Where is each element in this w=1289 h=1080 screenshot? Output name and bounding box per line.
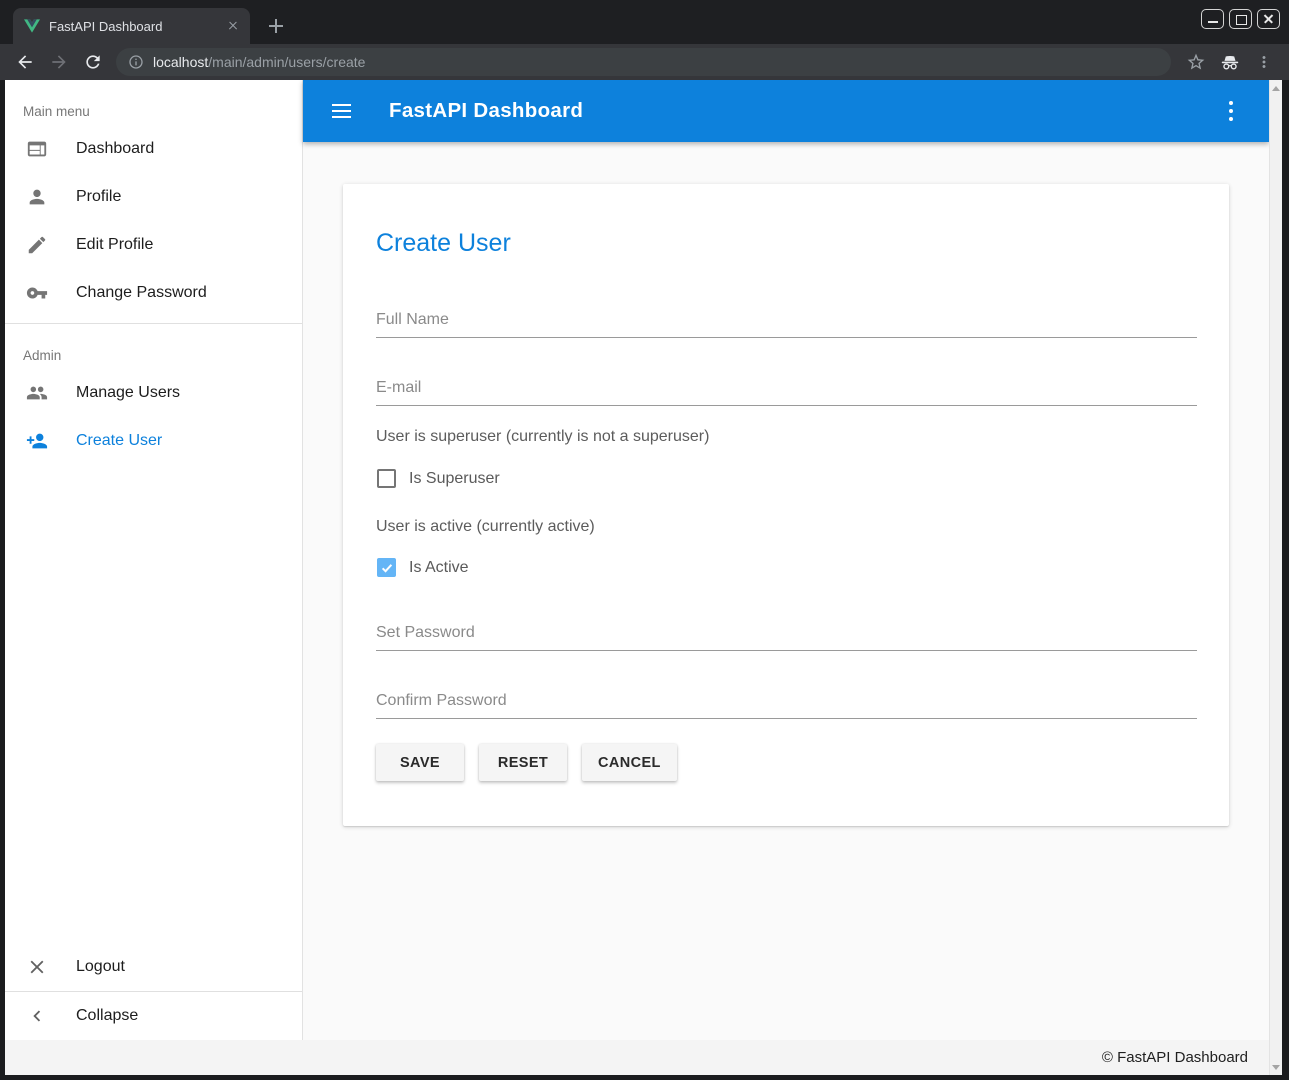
sidebar-item-manage-users[interactable]: Manage Users [5,369,302,417]
sidebar-item-change-password[interactable]: Change Password [5,269,302,317]
forward-arrow-icon [49,52,69,72]
save-button[interactable]: SAVE [376,744,464,781]
sidebar-item-label: Profile [76,188,121,206]
scroll-up-arrow-icon[interactable] [1270,82,1282,94]
chevron-left-icon [25,1004,49,1028]
sidebar-section-admin: Admin [23,348,302,363]
incognito-icon [1219,51,1241,73]
forward-button[interactable] [45,48,73,76]
confirm-password-field[interactable] [376,689,1197,719]
email-field[interactable] [376,376,1197,406]
maximize-button[interactable] [1229,9,1252,29]
site-info-icon[interactable] [128,54,144,70]
person-icon [25,185,49,209]
form-actions: SAVE RESET CANCEL [376,744,1197,781]
sidebar-item-label: Dashboard [76,140,154,158]
back-button[interactable] [11,48,39,76]
sidebar-item-label: Edit Profile [76,236,153,254]
reset-button[interactable]: RESET [479,744,567,781]
sidebar-bottom: Logout Collapse [5,943,302,1040]
sidebar-item-label: Create User [76,432,162,450]
scroll-down-arrow-icon[interactable] [1270,1061,1282,1073]
url-text: localhost/main/admin/users/create [153,54,365,70]
sidebar-divider [5,323,302,324]
reload-icon [83,52,103,72]
sidebar-item-profile[interactable]: Profile [5,173,302,221]
page-title: Create User [376,228,1197,258]
tab-strip: FastAPI Dashboard [0,0,1289,44]
full-name-field[interactable] [376,308,1197,338]
cancel-button[interactable]: CANCEL [582,744,677,781]
person-add-icon [25,429,49,453]
superuser-hint: User is superuser (currently is not a su… [376,428,1197,446]
page-footer: © FastAPI Dashboard [5,1040,1269,1075]
close-icon [25,955,49,979]
vertical-scrollbar[interactable] [1269,80,1282,1075]
sidebar-toggle-button[interactable] [329,99,353,123]
url-path: /main/admin/users/create [208,54,365,70]
is-superuser-checkbox[interactable]: Is Superuser [376,469,1197,488]
incognito-badge [1216,48,1244,76]
sidebar-item-label: Collapse [76,1007,138,1025]
bookmark-button[interactable] [1182,48,1210,76]
app-bar: FastAPI Dashboard [303,80,1269,142]
sidebar-item-label: Manage Users [76,384,180,402]
tab-close-icon[interactable] [224,17,242,35]
sidebar-section-main-menu: Main menu [23,104,302,119]
star-icon [1186,52,1206,72]
sidebar-item-logout[interactable]: Logout [5,943,302,991]
sidebar-item-collapse[interactable]: Collapse [5,992,302,1040]
reload-button[interactable] [79,48,107,76]
page-content: FastAPI Dashboard Main menu Dashboard Pr… [5,80,1282,1075]
close-window-button[interactable] [1257,9,1280,29]
app-title: FastAPI Dashboard [389,99,583,123]
main-content: Create User User is superuser (currently… [303,142,1269,1040]
checkbox-checked-icon [377,558,396,577]
vue-favicon-icon [24,19,40,33]
set-password-field[interactable] [376,621,1197,651]
tab-title: FastAPI Dashboard [49,19,224,34]
copyright-text: © FastAPI Dashboard [1102,1049,1248,1066]
back-arrow-icon [15,52,35,72]
browser-tab[interactable]: FastAPI Dashboard [13,8,250,44]
checkbox-label: Is Active [409,559,469,577]
url-host: localhost [153,54,208,70]
window-controls [1201,9,1280,29]
sidebar-item-create-user[interactable]: Create User [5,417,302,465]
active-hint: User is active (currently active) [376,518,1197,536]
pencil-icon [25,233,49,257]
url-bar[interactable]: localhost/main/admin/users/create [116,48,1171,76]
checkbox-unchecked-icon [377,469,396,488]
app-menu-button[interactable] [1219,99,1243,123]
web-icon [25,137,49,161]
minimize-button[interactable] [1201,9,1224,29]
checkbox-label: Is Superuser [409,470,500,488]
sidebar-item-label: Logout [76,958,125,976]
people-icon [25,381,49,405]
key-icon [25,281,49,305]
browser-window: FastAPI Dashboard localhost/main/admin/u… [0,0,1289,1080]
sidebar: Main menu Dashboard Profile Edit Profile [5,80,303,1040]
sidebar-item-label: Change Password [76,284,207,302]
create-user-card: Create User User is superuser (currently… [343,184,1229,826]
kebab-menu-icon [1255,53,1273,71]
new-tab-button[interactable] [263,13,289,39]
sidebar-item-edit-profile[interactable]: Edit Profile [5,221,302,269]
is-active-checkbox[interactable]: Is Active [376,558,1197,577]
sidebar-item-dashboard[interactable]: Dashboard [5,125,302,173]
browser-menu-button[interactable] [1250,48,1278,76]
browser-toolbar: localhost/main/admin/users/create [0,44,1289,80]
